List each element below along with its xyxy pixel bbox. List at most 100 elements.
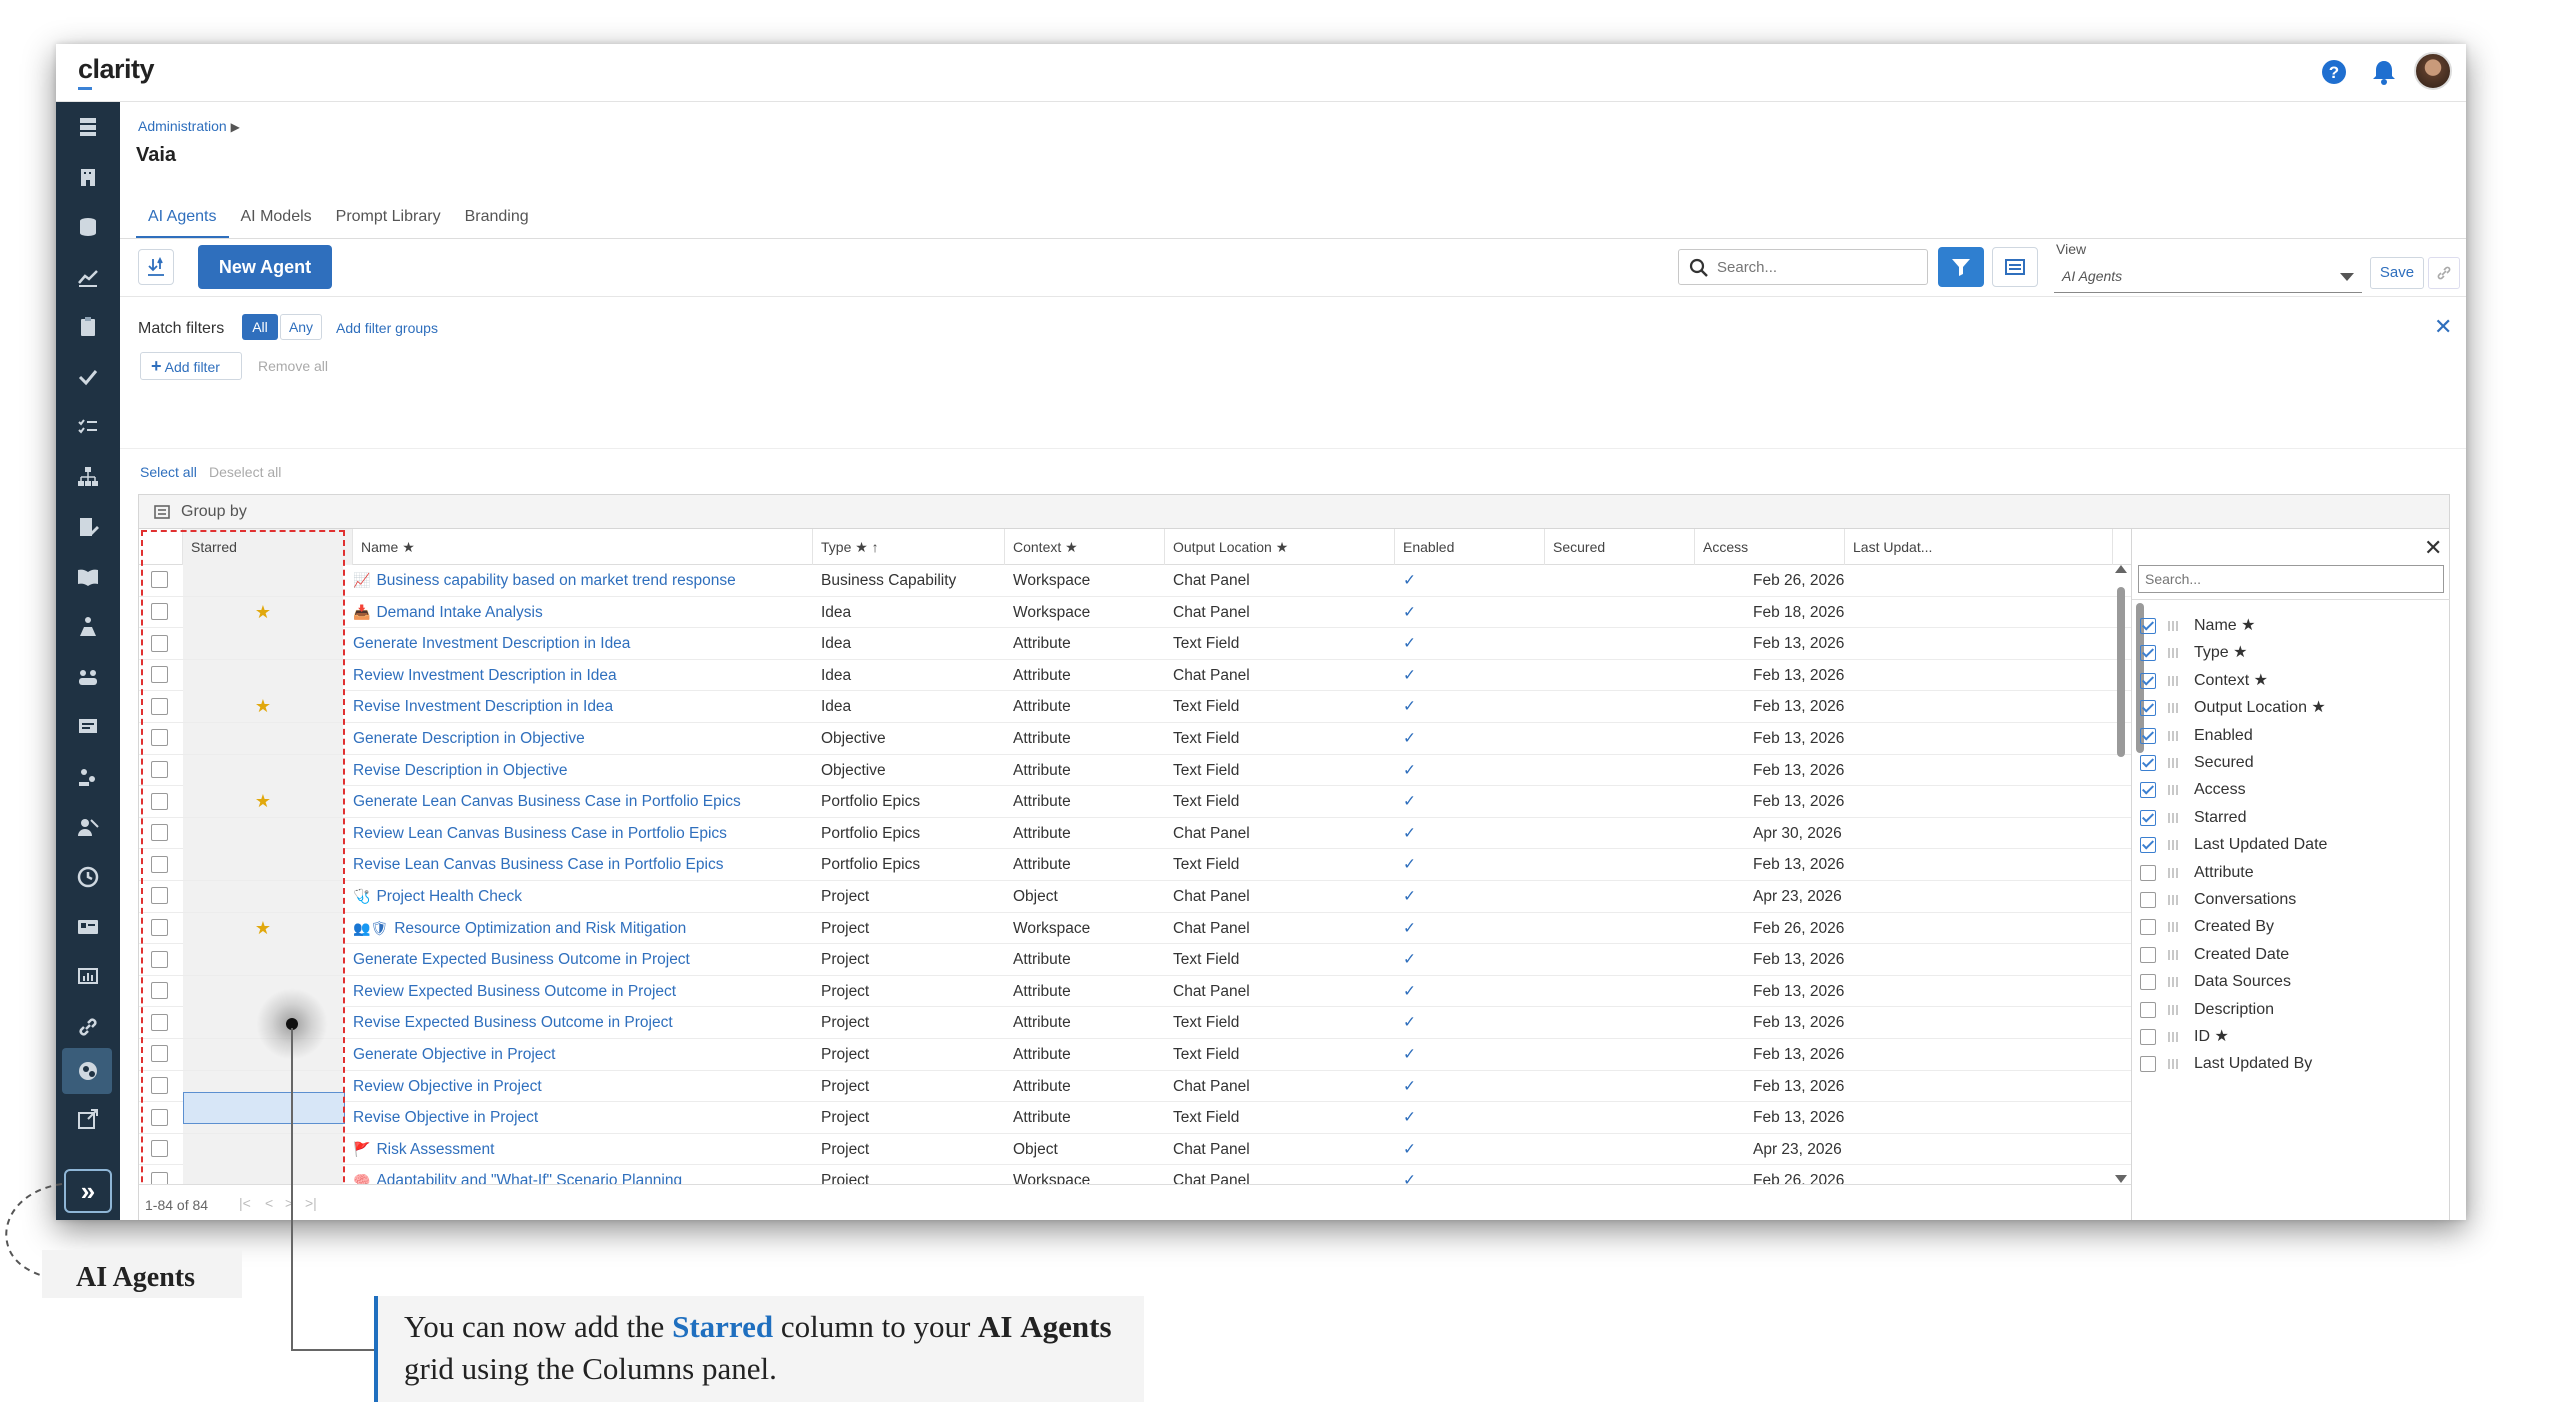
table-row[interactable]: Generate Expected Business Outcome in Pr…	[139, 944, 2131, 976]
copy-link-button[interactable]	[2428, 257, 2460, 289]
column-checkbox[interactable]	[2140, 782, 2156, 799]
column-option[interactable]: Attribute	[2140, 860, 2440, 886]
column-option[interactable]: Created By	[2140, 914, 2440, 940]
column-checkbox[interactable]	[2140, 919, 2156, 936]
user-avatar[interactable]	[2414, 52, 2452, 90]
header-access[interactable]: Access	[1695, 529, 1845, 565]
drag-handle-icon[interactable]	[2168, 648, 2178, 659]
book-icon[interactable]	[72, 562, 104, 592]
starred-cell[interactable]: ★	[183, 691, 343, 723]
add-filter-button[interactable]: + Add filter	[140, 352, 242, 380]
checkbox[interactable]	[151, 1077, 168, 1094]
table-row[interactable]: Review Objective in Project Project Attrib…	[139, 1070, 2131, 1103]
agent-name[interactable]: Demand Intake Analysis	[376, 604, 542, 621]
tab-ai-agents[interactable]: AI Agents	[136, 205, 229, 239]
row-checkbox[interactable]	[151, 849, 171, 880]
agent-name[interactable]: Project Health Check	[376, 888, 522, 905]
row-checkbox[interactable]	[151, 976, 171, 1007]
checkbox[interactable]	[151, 603, 168, 620]
column-option[interactable]: Enabled	[2140, 723, 2440, 749]
agent-name-link[interactable]: Generate Description in Objective	[353, 723, 813, 754]
row-checkbox[interactable]	[151, 913, 171, 944]
column-option[interactable]: Conversations	[2140, 887, 2440, 913]
search-input[interactable]	[1717, 256, 1917, 278]
column-option[interactable]: Starred	[2140, 805, 2440, 831]
header-starred[interactable]: Starred	[183, 529, 353, 565]
table-row[interactable]: Revise Description in Objective Objective…	[139, 754, 2131, 787]
table-row[interactable]: ★Revise Objective in ProjectProjectAttri…	[139, 1102, 2131, 1134]
deselect-all-link[interactable]: Deselect all	[209, 464, 281, 480]
agent-name[interactable]: Generate Investment Description in Idea	[353, 635, 630, 652]
add-filter-groups-link[interactable]: Add filter groups	[336, 320, 438, 336]
starred-cell[interactable]: ★	[183, 786, 343, 818]
column-option[interactable]: Description	[2140, 997, 2440, 1023]
table-row[interactable]: 🩺 Project Health Check Project Object Chat P…	[139, 881, 2131, 913]
agent-name-link[interactable]: 🩺 Project Health Check	[353, 881, 813, 912]
column-checkbox[interactable]	[2140, 672, 2156, 689]
agent-name[interactable]: Business capability based on market tren…	[376, 572, 735, 589]
agent-name[interactable]: Generate Lean Canvas Business Case in Po…	[353, 793, 741, 810]
checkbox[interactable]	[151, 634, 168, 652]
scroll-up-icon[interactable]	[2115, 565, 2127, 573]
column-checkbox[interactable]	[2140, 1029, 2156, 1045]
column-option[interactable]: Type ★	[2140, 640, 2440, 666]
agent-name[interactable]: Generate Objective in Project	[353, 1046, 555, 1063]
agent-name[interactable]: Review Lean Canvas Business Case in Port…	[353, 825, 727, 842]
column-option[interactable]: Last Updated By	[2140, 1051, 2440, 1077]
starred-cell[interactable]	[183, 817, 343, 849]
filter-button[interactable]	[1938, 247, 1984, 287]
agent-name[interactable]: Review Expected Business Outcome in Proj…	[353, 983, 676, 1000]
checkbox[interactable]	[151, 1140, 168, 1158]
prev-page-icon[interactable]: <	[265, 1195, 273, 1211]
agent-name[interactable]: Review Investment Description in Idea	[353, 667, 617, 684]
drag-handle-icon[interactable]	[2168, 895, 2178, 905]
agent-name-link[interactable]: Generate Expected Business Outcome in Pr…	[353, 944, 813, 975]
starred-cell[interactable]	[183, 659, 343, 691]
columns-search-input[interactable]	[2138, 565, 2444, 593]
column-checkbox[interactable]	[2140, 1001, 2156, 1018]
column-checkbox[interactable]	[2140, 755, 2156, 771]
bell-icon[interactable]	[2370, 58, 2398, 86]
table-row[interactable]: Review Investment Description in Idea Ide…	[139, 659, 2131, 692]
checkbox[interactable]	[151, 919, 168, 936]
checkbox[interactable]	[151, 666, 168, 684]
agent-name[interactable]: Revise Objective in Project	[353, 1109, 538, 1126]
column-checkbox[interactable]	[2140, 974, 2156, 991]
starred-cell[interactable]: ★	[183, 912, 343, 944]
header-enabled[interactable]: Enabled	[1395, 529, 1545, 565]
starred-cell[interactable]	[183, 754, 343, 786]
agent-name[interactable]: Revise Expected Business Outcome in Proj…	[353, 1014, 673, 1031]
hierarchy-icon[interactable]	[72, 462, 104, 492]
column-option[interactable]: Secured	[2140, 750, 2440, 776]
clipboard-icon[interactable]	[72, 312, 104, 342]
export-button[interactable]	[138, 249, 174, 285]
drag-handle-icon[interactable]	[2168, 675, 2178, 686]
agent-name-link[interactable]: Generate Lean Canvas Business Case in Po…	[353, 786, 813, 817]
row-checkbox[interactable]	[151, 1165, 171, 1184]
agent-name-link[interactable]: 👥🛡 Resource Optimization and Risk Mitigat…	[353, 913, 813, 944]
column-option[interactable]: Output Location ★	[2140, 695, 2440, 721]
checkmark-icon[interactable]	[72, 362, 104, 392]
drag-handle-icon[interactable]	[2168, 1004, 2178, 1015]
starred-cell[interactable]	[183, 849, 343, 881]
header-context[interactable]: Context ★	[1005, 529, 1165, 565]
grid-scrollbar[interactable]	[2113, 565, 2129, 1184]
column-checkbox[interactable]	[2140, 946, 2156, 963]
drag-handle-icon[interactable]	[2168, 621, 2178, 631]
table-row[interactable]: 🚩 Risk Assessment Project Object Chat Panel ✓…	[139, 1133, 2131, 1166]
row-checkbox[interactable]	[151, 691, 171, 722]
breadcrumb[interactable]: Administration ▶	[138, 118, 240, 134]
external-link-icon[interactable]	[72, 1104, 104, 1134]
id-card-icon[interactable]	[72, 912, 104, 942]
remove-all-link[interactable]: Remove all	[258, 358, 328, 374]
checkbox[interactable]	[151, 855, 168, 873]
drag-handle-icon[interactable]	[2168, 730, 2178, 741]
row-checkbox[interactable]	[151, 660, 171, 691]
table-row[interactable]: Generate Objective in Project Project Attr…	[139, 1039, 2131, 1071]
table-row[interactable]: ★ 📥 Demand Intake Analysis Idea Workspace Cha…	[139, 596, 2131, 629]
agent-name-link[interactable]: Revise Lean Canvas Business Case in Port…	[353, 849, 813, 880]
agent-name-link[interactable]: 📈 Business capability based on market tre…	[353, 565, 813, 596]
table-row[interactable]: ★ Generate Lean Canvas Business Case in P…	[139, 786, 2131, 818]
drag-handle-icon[interactable]	[2168, 977, 2178, 988]
agent-name-link[interactable]: Generate Objective in Project	[353, 1039, 813, 1070]
